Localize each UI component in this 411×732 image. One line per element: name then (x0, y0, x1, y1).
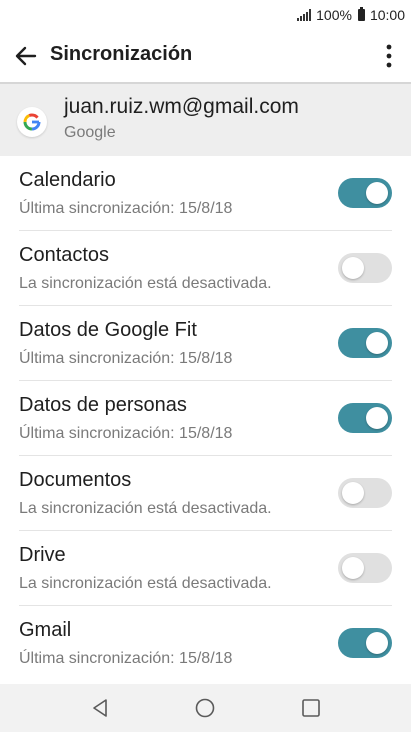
sync-item-calendario[interactable]: Calendario Última sincronización: 15/8/1… (0, 156, 411, 231)
battery-percent: 100% (316, 7, 352, 23)
sync-toggle[interactable] (338, 328, 392, 358)
clock: 10:00 (369, 7, 405, 23)
back-icon (93, 699, 107, 717)
app-bar: Sincronización (0, 30, 411, 84)
sync-list: Calendario Última sincronización: 15/8/1… (0, 156, 411, 681)
sync-item-status: La sincronización está desactivada. (19, 500, 272, 517)
sync-item-status: La sincronización está desactivada. (19, 575, 272, 592)
sync-item-google-fit[interactable]: Datos de Google Fit Última sincronizació… (0, 306, 411, 381)
toggle-knob (366, 182, 388, 204)
toggle-knob (366, 332, 388, 354)
sync-item-title: Calendario (19, 169, 116, 191)
back-button[interactable] (10, 40, 42, 72)
sync-item-title: Documentos (19, 469, 132, 491)
sync-toggle[interactable] (338, 553, 392, 583)
status-indicators: 100% 10:00 (297, 6, 405, 24)
sync-item-title: Gmail (19, 619, 72, 641)
home-icon (195, 698, 215, 718)
toggle-knob (366, 407, 388, 429)
nav-home-button[interactable] (193, 696, 217, 720)
sync-item-title: Datos de personas (19, 394, 187, 416)
toggle-knob (342, 557, 364, 579)
google-logo-icon (17, 107, 47, 137)
more-vert-icon (386, 44, 392, 68)
toggle-knob (366, 632, 388, 654)
recents-icon (302, 699, 320, 717)
sync-item-documentos[interactable]: Documentos La sincronización está desact… (0, 456, 411, 531)
sync-item-title: Contactos (19, 244, 110, 266)
arrow-left-icon (15, 46, 37, 66)
signal-icon (297, 9, 312, 21)
page-title: Sincronización (50, 43, 193, 65)
sync-toggle[interactable] (338, 178, 392, 208)
sync-toggle[interactable] (338, 478, 392, 508)
account-header: juan.ruiz.wm@gmail.com Google (0, 84, 411, 156)
sync-toggle[interactable] (338, 253, 392, 283)
sync-item-drive[interactable]: Drive La sincronización está desactivada… (0, 531, 411, 606)
more-options-button[interactable] (381, 40, 397, 72)
sync-item-personas[interactable]: Datos de personas Última sincronización:… (0, 381, 411, 456)
sync-toggle[interactable] (338, 628, 392, 658)
sync-item-status: Última sincronización: 15/8/18 (19, 350, 233, 367)
navigation-bar (0, 684, 411, 732)
status-bar: 100% 10:00 (0, 0, 411, 30)
sync-item-status: Última sincronización: 15/8/18 (19, 425, 233, 442)
sync-item-contactos[interactable]: Contactos La sincronización está desacti… (0, 231, 411, 306)
account-email: juan.ruiz.wm@gmail.com (64, 95, 299, 118)
sync-item-title: Datos de Google Fit (19, 319, 197, 341)
sync-item-status: Última sincronización: 15/8/18 (19, 650, 233, 667)
sync-item-status: La sincronización está desactivada. (19, 275, 272, 292)
sync-toggle[interactable] (338, 403, 392, 433)
nav-recents-button[interactable] (299, 696, 323, 720)
nav-back-button[interactable] (88, 696, 112, 720)
battery-icon (357, 7, 365, 21)
account-provider: Google (64, 124, 116, 141)
toggle-knob (342, 482, 364, 504)
toggle-knob (342, 257, 364, 279)
sync-item-title: Drive (19, 544, 66, 566)
sync-item-status: Última sincronización: 15/8/18 (19, 200, 233, 217)
sync-item-gmail[interactable]: Gmail Última sincronización: 15/8/18 (0, 606, 411, 681)
